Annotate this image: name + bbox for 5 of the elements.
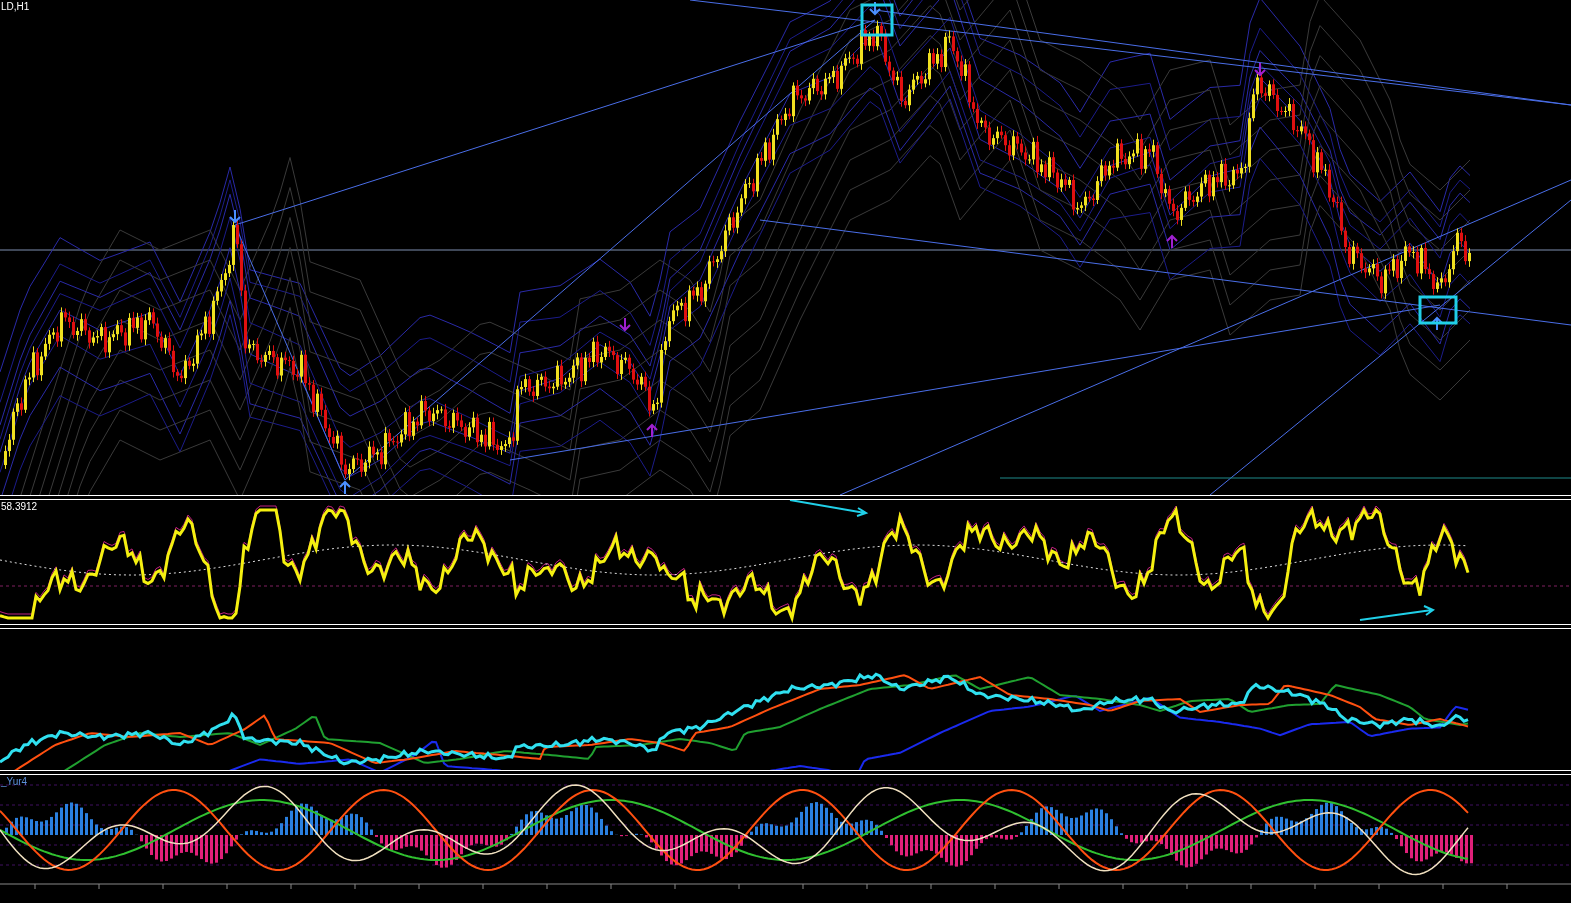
indicator-name: _Yur4 <box>1 776 28 788</box>
symbol-timeframe-label: LD,H1 <box>1 1 30 13</box>
highlight-frame <box>1418 295 1458 325</box>
highlight-frame <box>860 3 894 37</box>
indicator-value: 58.3912 <box>1 501 38 513</box>
